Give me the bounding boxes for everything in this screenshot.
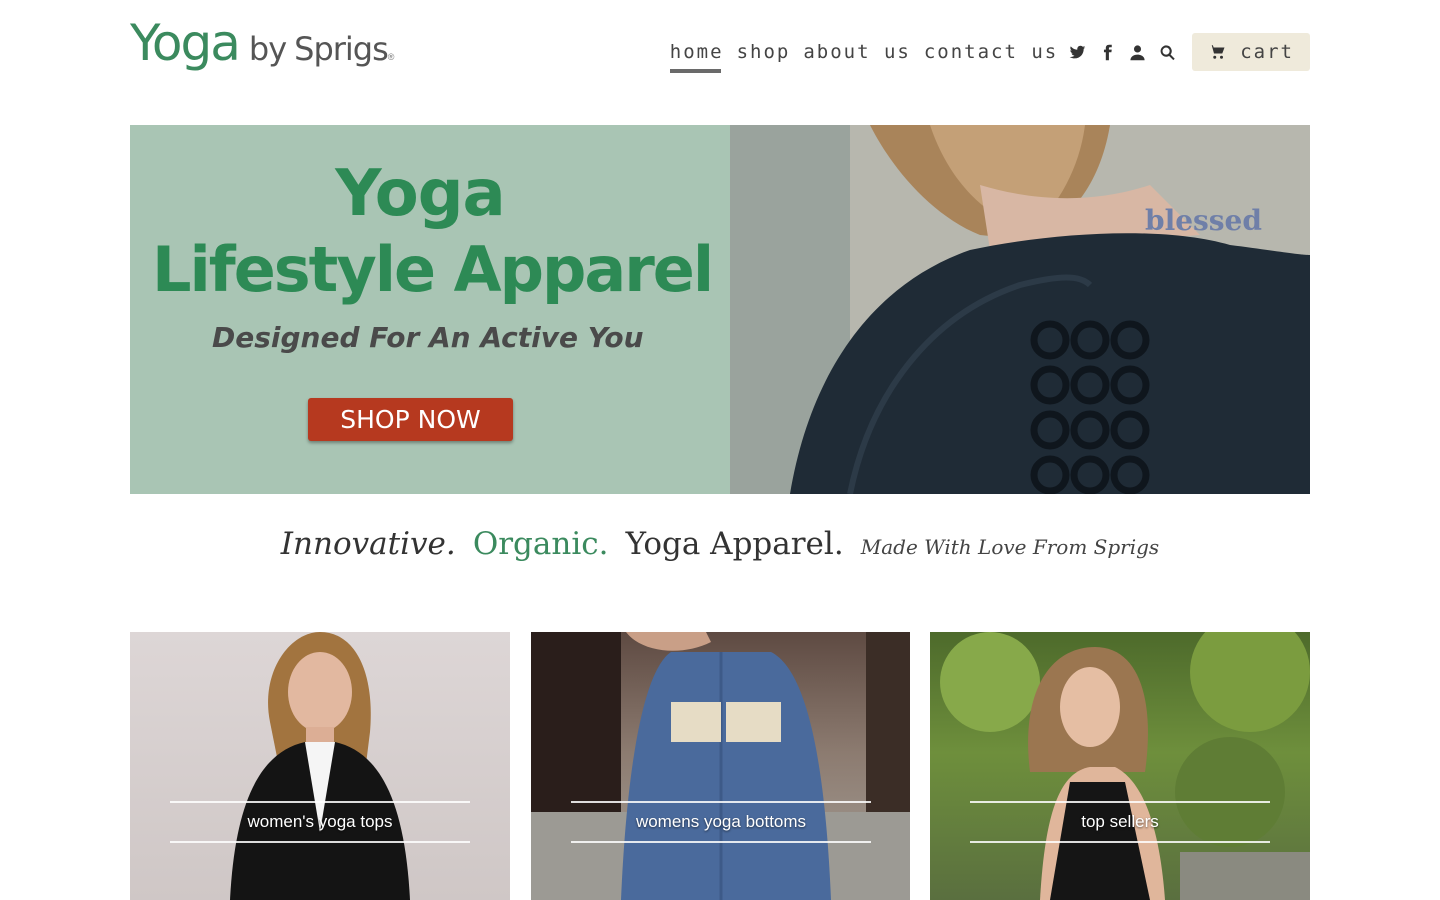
collection-tile-top-sellers[interactable]: top sellers bbox=[930, 632, 1310, 900]
tattoo-text: blessed bbox=[1145, 204, 1262, 237]
collection-tile-bottoms[interactable]: womens yoga bottoms bbox=[531, 632, 910, 900]
cart-icon bbox=[1208, 45, 1225, 59]
cart-button[interactable]: cart bbox=[1192, 33, 1310, 71]
collection-tile-tops[interactable]: women's yoga tops bbox=[130, 632, 510, 900]
bottoms-model-illustration bbox=[531, 632, 910, 900]
search-icon[interactable] bbox=[1156, 41, 1178, 63]
site-logo[interactable]: Yoga by Sprigs ® bbox=[130, 18, 394, 68]
site-header: Yoga by Sprigs ® home shop about us cont… bbox=[130, 0, 1310, 110]
collection-grid: women's yoga tops womens yoga bottoms to… bbox=[130, 632, 1310, 900]
shop-now-button[interactable]: SHOP NOW bbox=[308, 398, 513, 441]
nav-contact-us[interactable]: contact us bbox=[924, 41, 1058, 71]
hero-title-line2: Lifestyle Apparel bbox=[152, 233, 714, 306]
collection-label-top-sellers: top sellers bbox=[970, 801, 1270, 843]
hero-model-illustration: blessed bbox=[730, 125, 1310, 494]
top-sellers-model-illustration bbox=[940, 632, 1310, 900]
hero-subtitle: Designed For An Active You bbox=[212, 321, 644, 354]
nav-about-us[interactable]: about us bbox=[803, 41, 911, 71]
nav-shop[interactable]: shop bbox=[737, 41, 791, 71]
facebook-icon[interactable] bbox=[1096, 41, 1118, 63]
logo-by-text: by bbox=[248, 30, 287, 68]
tagline: Innovative. Organic. Yoga Apparel. Made … bbox=[0, 526, 1440, 562]
collection-label-tops: women's yoga tops bbox=[170, 801, 470, 843]
tops-model-illustration bbox=[230, 632, 410, 900]
hero-photo: blessed bbox=[730, 125, 1310, 494]
cart-label: cart bbox=[1240, 41, 1294, 63]
logo-main-text: Yoga bbox=[130, 14, 241, 72]
logo-brand-text: Sprigs bbox=[294, 30, 389, 68]
tagline-made-with-love: Made With Love From Sprigs bbox=[860, 535, 1160, 559]
account-icon[interactable] bbox=[1126, 41, 1148, 63]
logo-registered-mark: ® bbox=[387, 52, 395, 62]
nav-home[interactable]: home bbox=[669, 41, 724, 73]
main-nav: home shop about us contact us cart bbox=[657, 33, 1310, 73]
collection-label-bottoms: womens yoga bottoms bbox=[571, 801, 871, 843]
hero-title-line1: Yoga bbox=[335, 157, 505, 231]
tagline-innovative: Innovative. bbox=[280, 526, 456, 562]
twitter-icon[interactable] bbox=[1066, 41, 1088, 63]
hero-banner[interactable]: blessed Yoga Lifestyle Apparel Designed … bbox=[130, 125, 1310, 494]
tagline-organic: Organic. bbox=[472, 526, 609, 562]
tagline-yoga-apparel: Yoga Apparel. bbox=[625, 526, 844, 562]
